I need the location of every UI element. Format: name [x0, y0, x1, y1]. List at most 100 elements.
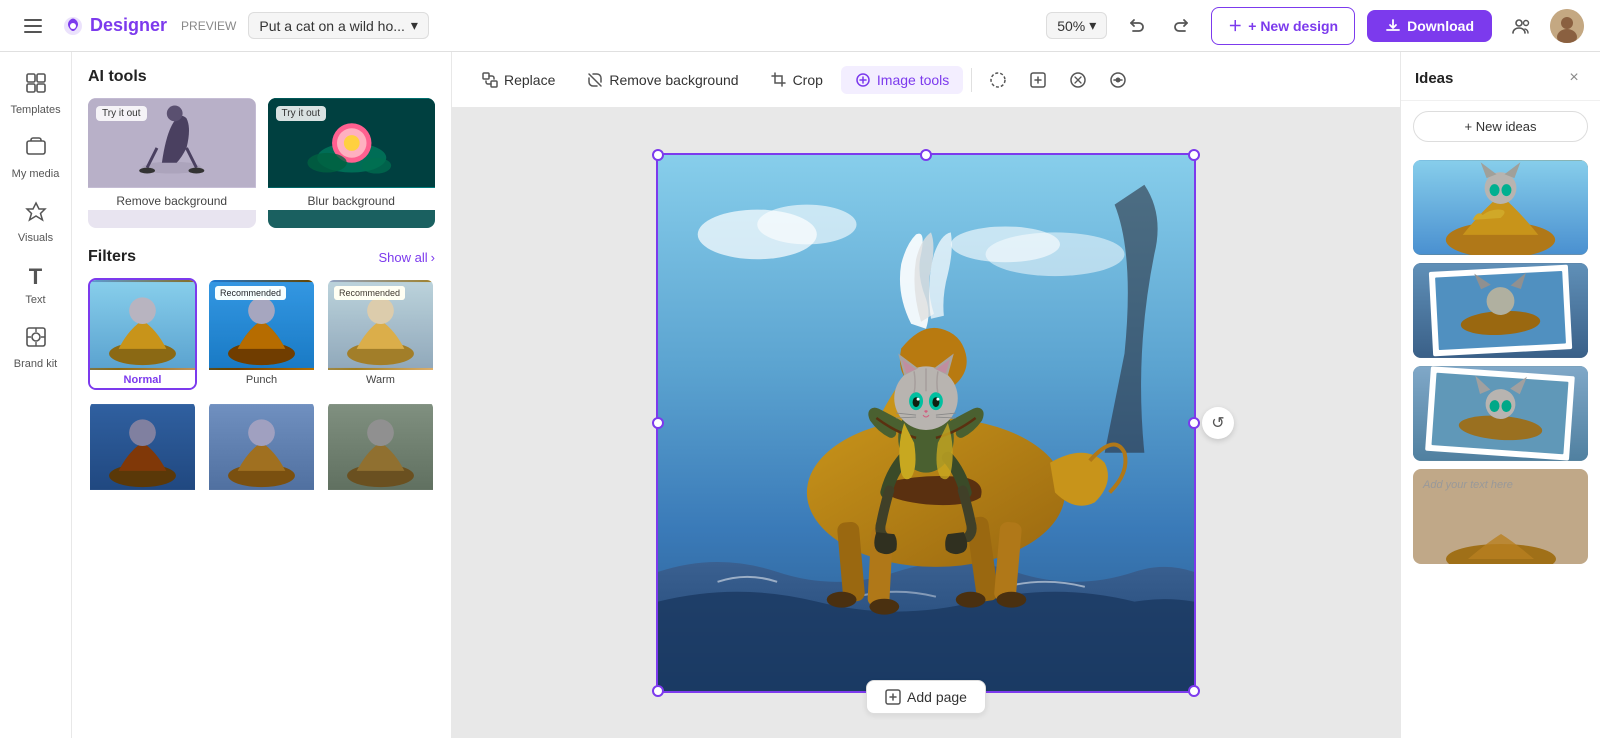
adjust-button[interactable]	[1100, 62, 1136, 98]
idea-card-4-text: Add your text here	[1423, 479, 1578, 491]
show-all-label: Show all	[379, 250, 428, 265]
idea-card-3[interactable]	[1413, 366, 1588, 461]
new-design-label: + New design	[1248, 18, 1338, 34]
handle-middle-right[interactable]	[1188, 417, 1200, 429]
user-avatar[interactable]	[1550, 9, 1584, 43]
visuals-icon	[25, 200, 47, 228]
idea-card-1[interactable]	[1413, 160, 1588, 255]
sidebar-item-visuals[interactable]: Visuals	[6, 192, 66, 252]
people-button[interactable]	[1504, 9, 1538, 43]
undo-button[interactable]	[1119, 9, 1153, 43]
handle-top-middle[interactable]	[920, 149, 932, 161]
topbar: Designer PREVIEW Put a cat on a wild ho.…	[0, 0, 1600, 52]
handle-top-left[interactable]	[652, 149, 664, 161]
ideas-grid: Add your text here	[1401, 152, 1600, 572]
sidebar-item-brand-kit[interactable]: Brand kit	[6, 318, 66, 378]
main-layout: Templates My media Visuals T Text Brand …	[0, 52, 1600, 738]
filter-punch-label: Punch	[209, 370, 314, 388]
visuals-label: Visuals	[18, 232, 53, 244]
left-nav: Templates My media Visuals T Text Brand …	[0, 52, 72, 738]
app-logo: Designer	[62, 15, 167, 37]
ai-tools-grid: Try it out Remove background	[88, 98, 435, 228]
close-ideas-button[interactable]: ×	[1562, 66, 1586, 90]
refresh-handle[interactable]: ↺	[1202, 407, 1234, 439]
replace-button[interactable]: Replace	[468, 66, 569, 94]
smart-select-button[interactable]	[1020, 62, 1056, 98]
canvas-image-container[interactable]: ↺	[656, 153, 1196, 693]
sidebar-item-templates[interactable]: Templates	[6, 64, 66, 124]
remove-background-card[interactable]: Try it out Remove background	[88, 98, 256, 228]
filters-grid: Normal Recommended Punch	[88, 278, 435, 500]
zoom-value: 50%	[1057, 18, 1085, 34]
zoom-chevron-icon: ▾	[1089, 17, 1096, 34]
left-panel: AI tools Try it out	[72, 52, 452, 738]
handle-bottom-left[interactable]	[652, 685, 664, 697]
image-tools-label: Image tools	[877, 72, 949, 88]
text-icon: T	[29, 264, 42, 290]
effects-button[interactable]	[1060, 62, 1096, 98]
handle-middle-left[interactable]	[652, 417, 664, 429]
sidebar-item-text[interactable]: T Text	[6, 256, 66, 314]
zoom-control[interactable]: 50% ▾	[1046, 12, 1107, 39]
try-it-badge-2: Try it out	[276, 106, 327, 121]
filters-title: Filters	[88, 248, 136, 266]
templates-icon	[25, 72, 47, 100]
canvas-main-image	[658, 155, 1194, 691]
brand-kit-label: Brand kit	[14, 358, 57, 370]
dropdown-chevron-icon: ▾	[411, 17, 418, 34]
project-title-text: Put a cat on a wild ho...	[259, 18, 405, 34]
new-ideas-button[interactable]: + New ideas	[1413, 111, 1588, 142]
sidebar-item-my-media[interactable]: My media	[6, 128, 66, 188]
brand-kit-icon	[25, 326, 47, 354]
my-media-label: My media	[12, 168, 60, 180]
filter-4[interactable]	[88, 400, 197, 500]
recommended-badge-punch: Recommended	[215, 286, 286, 300]
close-icon: ×	[1569, 69, 1578, 87]
filter-normal-label: Normal	[90, 370, 195, 388]
replace-label: Replace	[504, 72, 555, 88]
recommended-badge-warm: Recommended	[334, 286, 405, 300]
canvas-wrapper: ↺	[452, 108, 1400, 738]
ai-tools-title: AI tools	[88, 68, 435, 86]
blur-bg-label: Blur background	[268, 188, 436, 210]
add-page-button[interactable]: Add page	[866, 680, 986, 714]
new-design-plus-icon: ＋	[1228, 16, 1242, 36]
add-page-label: Add page	[907, 689, 967, 705]
crop-label: Crop	[793, 72, 823, 88]
selection-tool-button[interactable]	[980, 62, 1016, 98]
redo-button[interactable]	[1165, 9, 1199, 43]
filter-warm[interactable]: Recommended Warm	[326, 278, 435, 390]
filter-normal[interactable]: Normal	[88, 278, 197, 390]
remove-background-button[interactable]: Remove background	[573, 66, 752, 94]
filter-5-label	[209, 492, 314, 498]
try-it-badge-1: Try it out	[96, 106, 147, 121]
crop-button[interactable]: Crop	[757, 66, 837, 94]
templates-label: Templates	[10, 104, 60, 116]
handle-bottom-right[interactable]	[1188, 685, 1200, 697]
filter-5[interactable]	[207, 400, 316, 500]
project-title[interactable]: Put a cat on a wild ho... ▾	[248, 12, 429, 39]
logo-text: Designer	[90, 15, 167, 36]
my-media-icon	[25, 136, 47, 164]
handle-top-right[interactable]	[1188, 149, 1200, 161]
remove-bg-label: Remove background	[88, 188, 256, 210]
ideas-title: Ideas	[1415, 70, 1453, 87]
ideas-panel-header: Ideas ×	[1401, 52, 1600, 101]
show-all-filters-button[interactable]: Show all ›	[379, 250, 435, 265]
filter-punch[interactable]: Recommended Punch	[207, 278, 316, 390]
download-button[interactable]: Download	[1367, 10, 1492, 42]
idea-card-4[interactable]: Add your text here	[1413, 469, 1588, 564]
canvas-area: Replace Remove background Crop Image too…	[452, 52, 1400, 738]
filters-header: Filters Show all ›	[88, 248, 435, 266]
filter-6[interactable]	[326, 400, 435, 500]
toolbar-separator	[971, 68, 972, 92]
chevron-right-icon: ›	[431, 250, 435, 265]
blur-background-card[interactable]: Try it out Blur background	[268, 98, 436, 228]
hamburger-menu-button[interactable]	[16, 9, 50, 43]
idea-card-2[interactable]	[1413, 263, 1588, 358]
preview-label: PREVIEW	[181, 19, 236, 33]
filter-4-label	[90, 492, 195, 498]
image-tools-button[interactable]: Image tools	[841, 66, 963, 94]
new-design-button[interactable]: ＋ + New design	[1211, 7, 1355, 45]
text-label: Text	[25, 294, 45, 306]
